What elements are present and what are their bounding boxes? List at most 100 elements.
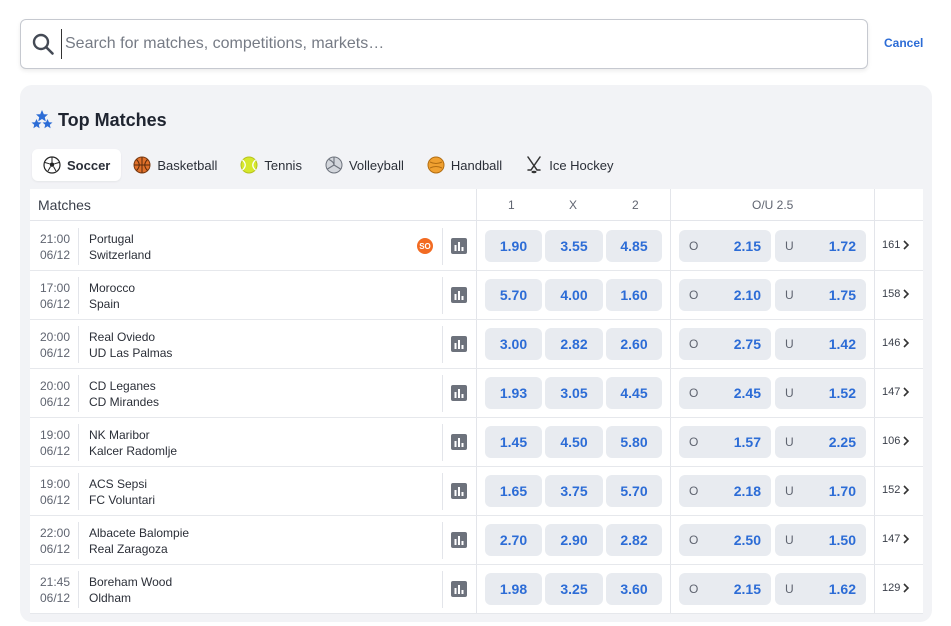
more-markets-link[interactable]: 152 bbox=[882, 484, 910, 496]
row-divider bbox=[78, 522, 79, 559]
match-teams[interactable]: CD Leganes CD Mirandes bbox=[89, 378, 159, 410]
odds-home-button[interactable]: 5.70 bbox=[485, 279, 542, 311]
cancel-button[interactable]: Cancel bbox=[884, 36, 923, 50]
odds-away-button[interactable]: 1.60 bbox=[606, 279, 662, 311]
stats-icon[interactable] bbox=[451, 336, 467, 352]
odds-draw-button[interactable]: 3.75 bbox=[545, 475, 603, 507]
table-row[interactable]: 19:00 06/12 NK Maribor Kalcer Radomlje 1.45 4… bbox=[30, 418, 923, 467]
odds-draw-button[interactable]: 2.82 bbox=[545, 328, 603, 360]
odds-home-button[interactable]: 1.45 bbox=[485, 426, 542, 458]
odds-draw-button[interactable]: 3.25 bbox=[545, 573, 603, 605]
odds-under-button[interactable]: U 1.42 bbox=[775, 328, 866, 360]
odds-away-button[interactable]: 4.45 bbox=[606, 377, 662, 409]
odds-home-button[interactable]: 1.93 bbox=[485, 377, 542, 409]
match-teams[interactable]: ACS Sepsi FC Voluntari bbox=[89, 476, 155, 508]
odds-over-button[interactable]: O 2.18 bbox=[679, 475, 771, 507]
tab-basketball[interactable]: Basketball bbox=[122, 149, 228, 181]
search-bar: Cancel bbox=[20, 19, 931, 69]
odds-over-button[interactable]: O 2.45 bbox=[679, 377, 771, 409]
tab-soccer[interactable]: Soccer bbox=[32, 149, 122, 181]
odds-under-button[interactable]: U 1.62 bbox=[775, 573, 866, 605]
column-header-away: 2 bbox=[632, 198, 639, 212]
tab-volleyball[interactable]: Volleyball bbox=[314, 149, 415, 181]
stats-icon[interactable] bbox=[451, 385, 467, 401]
table-row[interactable]: 20:00 06/12 Real Oviedo UD Las Palmas 3.00 2.… bbox=[30, 320, 923, 369]
over-odds: 2.18 bbox=[733, 483, 761, 499]
odds-draw-button[interactable]: 4.50 bbox=[545, 426, 603, 458]
match-teams[interactable]: NK Maribor Kalcer Radomlje bbox=[89, 427, 177, 459]
odds-home-button[interactable]: 3.00 bbox=[485, 328, 542, 360]
odds-over-button[interactable]: O 2.10 bbox=[679, 279, 771, 311]
odds-draw-button[interactable]: 4.00 bbox=[545, 279, 603, 311]
match-teams[interactable]: Albacete Balompie Real Zaragoza bbox=[89, 525, 189, 557]
odds-away-button[interactable]: 4.85 bbox=[606, 230, 662, 262]
odds-away-button[interactable]: 2.60 bbox=[606, 328, 662, 360]
odds-away-button[interactable]: 5.70 bbox=[606, 475, 662, 507]
home-team: Albacete Balompie bbox=[89, 526, 190, 540]
stats-icon[interactable] bbox=[451, 581, 467, 597]
match-teams[interactable]: Real Oviedo UD Las Palmas bbox=[89, 329, 172, 361]
odds-under-button[interactable]: U 1.75 bbox=[775, 279, 866, 311]
section-title: Top Matches bbox=[58, 109, 167, 130]
match-time: 22:00 06/12 bbox=[38, 525, 72, 557]
odds-over-button[interactable]: O 2.50 bbox=[679, 524, 771, 556]
stats-icon[interactable] bbox=[451, 434, 467, 450]
odds-home-button[interactable]: 1.65 bbox=[485, 475, 542, 507]
odds-home-button[interactable]: 2.70 bbox=[485, 524, 542, 556]
over-odds: 2.15 bbox=[733, 238, 761, 254]
match-teams[interactable]: Boreham Wood Oldham bbox=[89, 574, 172, 606]
odds-under-button[interactable]: U 2.25 bbox=[775, 426, 866, 458]
odds-home-button[interactable]: 1.98 bbox=[485, 573, 542, 605]
odds-over-button[interactable]: O 2.15 bbox=[679, 573, 771, 605]
under-odds: 1.75 bbox=[828, 287, 856, 303]
match-teams[interactable]: Morocco Spain bbox=[89, 280, 135, 312]
stats-icon[interactable] bbox=[451, 483, 467, 499]
odds-away-button[interactable]: 3.60 bbox=[606, 573, 662, 605]
stats-icon[interactable] bbox=[451, 287, 467, 303]
odds-under-button[interactable]: U 1.72 bbox=[775, 230, 866, 262]
tab-tennis[interactable]: Tennis bbox=[229, 149, 313, 181]
kickoff-time: 20:00 bbox=[39, 330, 71, 344]
more-markets-link[interactable]: 147 bbox=[882, 386, 910, 398]
table-row[interactable]: 19:00 06/12 ACS Sepsi FC Voluntari 1.65 3.75 5… bbox=[30, 467, 923, 516]
table-row[interactable]: 21:45 06/12 Boreham Wood Oldham 1.98 3.25 3.60… bbox=[30, 565, 923, 614]
tab-ice-hockey[interactable]: Ice Hockey bbox=[514, 149, 624, 181]
more-markets-link[interactable]: 146 bbox=[882, 337, 910, 349]
table-row[interactable]: 20:00 06/12 CD Leganes CD Mirandes 1.93 3.05 4… bbox=[30, 369, 923, 418]
more-markets-link[interactable]: 147 bbox=[882, 533, 910, 545]
tab-label: Soccer bbox=[67, 157, 111, 173]
odds-draw-button[interactable]: 2.90 bbox=[545, 524, 603, 556]
table-row[interactable]: 17:00 06/12 Morocco Spain 5.70 4.00 1.60 O 2.10 U… bbox=[30, 271, 923, 320]
under-label: U bbox=[785, 288, 794, 302]
over-odds: 2.10 bbox=[733, 287, 761, 303]
more-markets-link[interactable]: 158 bbox=[882, 288, 910, 300]
odds-away-button[interactable]: 5.80 bbox=[606, 426, 662, 458]
odds-over-button[interactable]: O 2.75 bbox=[679, 328, 771, 360]
odds-under-button[interactable]: U 1.52 bbox=[775, 377, 866, 409]
table-row[interactable]: 21:00 06/12 Portugal Switzerland SO 1.90 3.55 4… bbox=[30, 222, 923, 271]
stars-icon bbox=[31, 109, 53, 131]
odds-over-button[interactable]: O 1.57 bbox=[679, 426, 771, 458]
odds-over-button[interactable]: O 2.15 bbox=[679, 230, 771, 262]
search-input[interactable] bbox=[61, 29, 821, 59]
odds-home-button[interactable]: 1.90 bbox=[485, 230, 542, 262]
search-box[interactable] bbox=[20, 19, 868, 69]
under-odds: 1.52 bbox=[828, 385, 856, 401]
odds-under-button[interactable]: U 1.50 bbox=[775, 524, 866, 556]
match-teams[interactable]: Portugal Switzerland bbox=[89, 231, 151, 263]
stats-icon[interactable] bbox=[451, 238, 467, 254]
stats-icon[interactable] bbox=[451, 532, 467, 548]
kickoff-time: 19:00 bbox=[39, 477, 71, 491]
more-markets-link[interactable]: 161 bbox=[882, 239, 910, 251]
more-markets-link[interactable]: 106 bbox=[882, 435, 910, 447]
odds-draw-button[interactable]: 3.55 bbox=[545, 230, 603, 262]
tab-handball[interactable]: Handball bbox=[416, 149, 513, 181]
odds-draw-button[interactable]: 3.05 bbox=[545, 377, 603, 409]
table-row[interactable]: 22:00 06/12 Albacete Balompie Real Zaragoza… bbox=[30, 516, 923, 565]
away-team: Real Zaragoza bbox=[89, 542, 168, 556]
more-markets-link[interactable]: 129 bbox=[882, 582, 910, 594]
odds-under-button[interactable]: U 1.70 bbox=[775, 475, 866, 507]
kickoff-date: 06/12 bbox=[39, 493, 71, 507]
away-team: UD Las Palmas bbox=[89, 346, 173, 360]
odds-away-button[interactable]: 2.82 bbox=[606, 524, 662, 556]
